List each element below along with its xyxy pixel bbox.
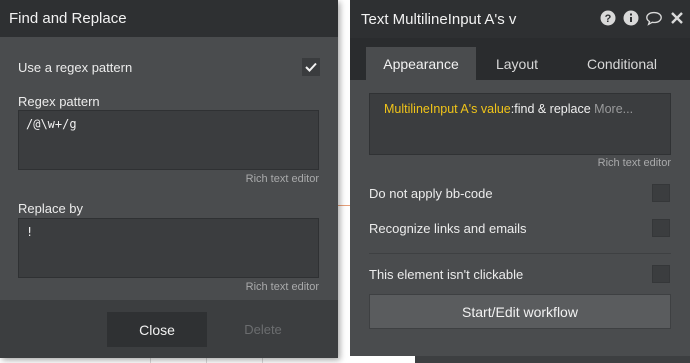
property-editor-header[interactable]: Text MultilineInput A's v ? <box>350 0 690 38</box>
dialog-footer: Close Delete <box>0 300 338 358</box>
replace-by-label: Replace by <box>18 201 84 216</box>
canvas-element-strip <box>415 356 690 363</box>
find-replace-header[interactable]: Find and Replace <box>0 0 338 37</box>
option-label: Recognize links and emails <box>369 220 527 236</box>
regex-pattern-input[interactable]: /@\w+/g <box>18 110 319 170</box>
tab-layout[interactable]: Layout <box>476 47 558 80</box>
dialog-title: Find and Replace <box>9 10 127 27</box>
expression-operator[interactable]: :find & replace <box>511 102 591 116</box>
property-editor: Text MultilineInput A's v ? Appearance L… <box>350 0 690 356</box>
start-edit-workflow-button[interactable]: Start/Edit workflow <box>369 294 671 329</box>
find-replace-dialog: Find and Replace Use a regex pattern Reg… <box>0 0 338 358</box>
element-title: Text MultilineInput A's v <box>361 10 517 28</box>
regex-rich-text-editor-link[interactable]: Rich text editor <box>246 173 319 185</box>
dynamic-expression[interactable]: MultilineInput A's value <box>384 102 511 116</box>
option-checkbox[interactable] <box>652 265 670 283</box>
option-row-links: Recognize links and emails <box>369 219 670 237</box>
replace-rich-text-editor-link[interactable]: Rich text editor <box>246 281 319 293</box>
close-button[interactable]: Close <box>107 312 207 347</box>
text-expression-editor[interactable]: MultilineInput A's value:find & replace … <box>369 93 671 155</box>
svg-text:?: ? <box>605 13 612 25</box>
option-label: Do not apply bb-code <box>369 185 493 201</box>
tab-conditional[interactable]: Conditional <box>570 47 674 80</box>
option-checkbox[interactable] <box>652 184 670 202</box>
option-label: This element isn't clickable <box>369 266 524 282</box>
canvas-guide-line <box>338 205 350 206</box>
close-icon[interactable] <box>668 9 686 27</box>
use-regex-checkbox[interactable] <box>302 58 320 76</box>
use-regex-row: Use a regex pattern <box>18 58 320 76</box>
info-icon[interactable] <box>622 9 640 27</box>
replace-by-input[interactable]: ! <box>18 218 319 278</box>
expression-rich-text-editor-link[interactable]: Rich text editor <box>598 157 671 169</box>
header-icons: ? <box>599 9 686 27</box>
option-row-clickable: This element isn't clickable <box>369 265 670 283</box>
option-row-bb-code: Do not apply bb-code <box>369 184 670 202</box>
checkmark-icon <box>305 62 317 72</box>
delete-button[interactable]: Delete <box>230 312 296 347</box>
section-divider <box>369 253 671 254</box>
expression-more-link[interactable]: More... <box>591 102 633 116</box>
tab-bar: Appearance Layout Conditional <box>350 38 690 80</box>
option-checkbox[interactable] <box>652 219 670 237</box>
regex-pattern-label: Regex pattern <box>18 94 100 109</box>
tab-appearance[interactable]: Appearance <box>366 47 476 80</box>
comment-icon[interactable] <box>645 9 663 27</box>
help-icon[interactable]: ? <box>599 9 617 27</box>
use-regex-label: Use a regex pattern <box>18 59 133 75</box>
